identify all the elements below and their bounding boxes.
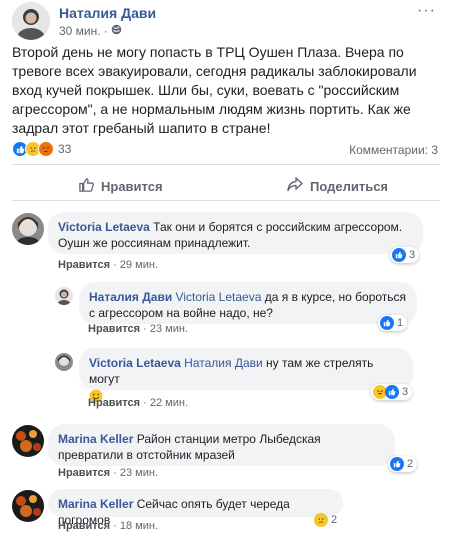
comment-meta: Нравится · 22 мин. xyxy=(88,397,188,409)
like-icon xyxy=(385,385,399,399)
comment-mention[interactable]: Наталия Дави xyxy=(184,356,263,370)
commenter-avatar[interactable] xyxy=(12,213,44,245)
share-button-label: Поделиться xyxy=(310,178,389,194)
reactions-summary[interactable]: 33 xyxy=(12,141,71,157)
comment-reactions[interactable]: 3 xyxy=(371,384,413,400)
comment-bubble: Наталия Дави Victoria Letaeva да я в кур… xyxy=(79,282,417,324)
comment-reaction-count: 3 xyxy=(402,386,409,398)
like-icon xyxy=(390,457,404,471)
comment-meta: Нравится · 23 мин. xyxy=(88,323,188,335)
thumbs-up-icon xyxy=(78,176,95,196)
post-meta: 30 мин. · xyxy=(59,24,122,38)
comment-reaction-count: 3 xyxy=(409,249,416,261)
comment-time[interactable]: 18 мин. xyxy=(120,520,158,532)
comment-reactions[interactable]: 2 xyxy=(388,456,418,472)
comment-reaction-count: 2 xyxy=(407,458,414,470)
share-button[interactable]: Поделиться xyxy=(286,176,388,196)
sad-icon xyxy=(314,513,328,527)
comment-bubble: Victoria Letaeva Так они и борятся с рос… xyxy=(48,212,423,254)
comment-like-link[interactable]: Нравится xyxy=(58,467,110,479)
meta-separator: · xyxy=(103,24,108,38)
post-author-name[interactable]: Наталия Дави xyxy=(59,5,156,21)
comment-meta: Нравится · 23 мин. xyxy=(58,467,158,479)
comment-like-link[interactable]: Нравится xyxy=(58,259,110,271)
comment-bubble: Marina Keller Район станции метро Лыбедс… xyxy=(48,424,395,466)
post-text: Второй день не могу попасть в ТРЦ Оушен … xyxy=(12,44,417,136)
comment-author[interactable]: Victoria Letaeva xyxy=(89,356,181,370)
post-time[interactable]: 30 мин. xyxy=(59,24,101,38)
post-header: Наталия Дави 30 мин. · ··· xyxy=(12,2,442,40)
comment-meta: Нравится · 29 мин. xyxy=(58,259,158,271)
comment-mention[interactable]: Victoria Letaeva xyxy=(176,290,262,304)
more-options-icon[interactable]: ··· xyxy=(417,2,436,20)
comment-like-link[interactable]: Нравится xyxy=(88,397,140,409)
reaction-count: 33 xyxy=(58,142,72,156)
divider xyxy=(12,164,440,165)
meta-dot: · xyxy=(113,520,117,532)
commenter-avatar[interactable] xyxy=(12,490,44,522)
commenter-avatar[interactable] xyxy=(55,353,73,371)
comment-bubble: Victoria Letaeva Наталия Дави ну там же … xyxy=(79,348,413,403)
comment-time[interactable]: 29 мин. xyxy=(120,259,158,271)
comment-time[interactable]: 23 мин. xyxy=(120,467,158,479)
comment-reaction-count: 1 xyxy=(397,317,404,329)
meta-dot: · xyxy=(113,259,117,271)
comment-time[interactable]: 23 мин. xyxy=(150,323,188,335)
comment-like-link[interactable]: Нравится xyxy=(88,323,140,335)
commenter-avatar[interactable] xyxy=(55,287,73,305)
comment-author[interactable]: Наталия Дави xyxy=(89,290,172,304)
meta-dot: · xyxy=(143,397,147,409)
comment-author[interactable]: Victoria Letaeva xyxy=(58,220,150,234)
comment-reaction-count: 2 xyxy=(331,514,338,526)
comment-author[interactable]: Marina Keller xyxy=(58,497,133,511)
comment-time[interactable]: 22 мин. xyxy=(150,397,188,409)
like-button[interactable]: Нравится xyxy=(78,176,163,196)
meta-dot: · xyxy=(113,467,117,479)
like-button-label: Нравится xyxy=(101,178,163,194)
angry-icon xyxy=(38,141,54,157)
divider xyxy=(12,200,440,201)
comment-meta: Нравится · 18 мин. xyxy=(58,520,158,532)
comments-count-link[interactable]: Комментарии: 3 xyxy=(349,143,438,157)
comment-reactions[interactable]: 2 xyxy=(312,512,341,528)
comment-author[interactable]: Marina Keller xyxy=(58,432,133,446)
meta-dot: · xyxy=(143,323,147,335)
author-avatar[interactable] xyxy=(12,2,50,40)
globe-icon xyxy=(111,24,122,38)
comment-bubble: Marina Keller Сейчас опять будет череда … xyxy=(48,489,343,527)
share-arrow-icon xyxy=(286,176,304,196)
comment-like-link[interactable]: Нравится xyxy=(58,520,110,532)
comment-reactions[interactable]: 1 xyxy=(378,315,408,331)
comment-reactions[interactable]: 3 xyxy=(390,247,420,263)
like-icon xyxy=(392,248,406,262)
commenter-avatar[interactable] xyxy=(12,425,44,457)
like-icon xyxy=(380,316,394,330)
